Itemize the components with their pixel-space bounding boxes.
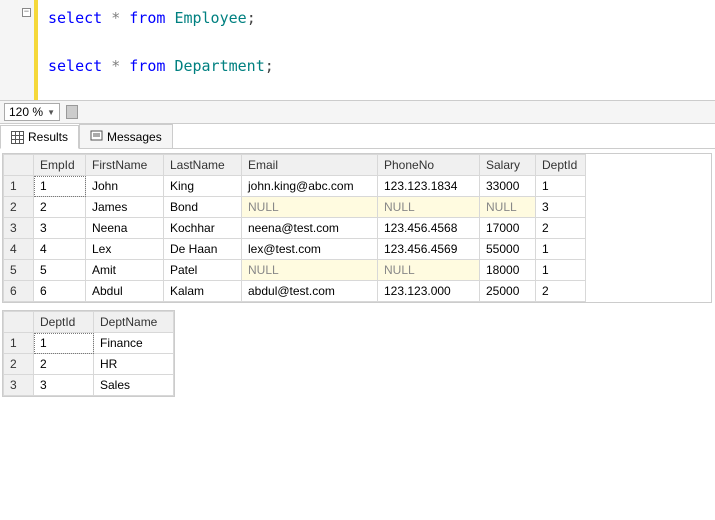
table-row[interactable]: 22HR <box>4 354 174 375</box>
cell[interactable]: 123.123.000 <box>378 281 480 302</box>
row-number[interactable]: 1 <box>4 333 34 354</box>
cell[interactable]: Sales <box>94 375 174 396</box>
cell[interactable]: 1 <box>536 260 586 281</box>
column-header[interactable]: DeptName <box>94 312 174 333</box>
cell[interactable]: HR <box>94 354 174 375</box>
code-lines[interactable]: select * from Employee; select * from De… <box>38 0 274 100</box>
table-row[interactable]: 11JohnKingjohn.king@abc.com123.123.18343… <box>4 176 586 197</box>
table-row[interactable]: 33NeenaKochharneena@test.com123.456.4568… <box>4 218 586 239</box>
cell[interactable]: 1 <box>536 176 586 197</box>
row-number[interactable]: 3 <box>4 375 34 396</box>
cell[interactable]: 1 <box>536 239 586 260</box>
tab-messages-label: Messages <box>107 130 162 144</box>
cell[interactable]: 2 <box>34 197 86 218</box>
table-row[interactable]: 33Sales <box>4 375 174 396</box>
cell[interactable]: James <box>86 197 164 218</box>
cell[interactable]: Lex <box>86 239 164 260</box>
cell[interactable]: Patel <box>164 260 242 281</box>
row-number[interactable]: 4 <box>4 239 34 260</box>
table-row[interactable]: 44LexDe Haanlex@test.com123.456.45695500… <box>4 239 586 260</box>
grid-icon <box>11 131 24 144</box>
cell[interactable]: lex@test.com <box>242 239 378 260</box>
cell[interactable]: 3 <box>34 218 86 239</box>
cell[interactable]: 18000 <box>480 260 536 281</box>
cell[interactable]: NULL <box>378 260 480 281</box>
row-header-blank <box>4 312 34 333</box>
cell[interactable]: neena@test.com <box>242 218 378 239</box>
row-number[interactable]: 1 <box>4 176 34 197</box>
cell[interactable]: 2 <box>34 354 94 375</box>
dropdown-arrow-icon: ▼ <box>47 108 55 117</box>
cell[interactable]: De Haan <box>164 239 242 260</box>
tab-messages[interactable]: Messages <box>79 124 173 148</box>
column-header[interactable]: LastName <box>164 155 242 176</box>
cell[interactable]: 4 <box>34 239 86 260</box>
results-tabs: Results Messages <box>0 124 715 149</box>
column-header[interactable]: Email <box>242 155 378 176</box>
cell[interactable]: john.king@abc.com <box>242 176 378 197</box>
row-number[interactable]: 2 <box>4 354 34 375</box>
editor-gutter: − <box>0 0 38 100</box>
zoom-dropdown[interactable]: 120 % ▼ <box>4 103 60 121</box>
row-number[interactable]: 6 <box>4 281 34 302</box>
zoom-toolbar: 120 % ▼ <box>0 100 715 124</box>
cell[interactable]: Kochhar <box>164 218 242 239</box>
cell[interactable]: 33000 <box>480 176 536 197</box>
cell[interactable]: John <box>86 176 164 197</box>
cell[interactable]: NULL <box>480 197 536 218</box>
zoom-value: 120 % <box>9 105 43 119</box>
cell[interactable]: 25000 <box>480 281 536 302</box>
cell[interactable]: NULL <box>378 197 480 218</box>
row-number[interactable]: 2 <box>4 197 34 218</box>
cell[interactable]: 5 <box>34 260 86 281</box>
sql-editor[interactable]: − select * from Employee; select * from … <box>0 0 715 100</box>
column-header[interactable]: DeptId <box>34 312 94 333</box>
column-header[interactable]: EmpId <box>34 155 86 176</box>
cell[interactable]: NULL <box>242 260 378 281</box>
result-grid-2[interactable]: DeptIdDeptName11Finance22HR33Sales <box>2 310 175 397</box>
table-row[interactable]: 22JamesBondNULLNULLNULL3 <box>4 197 586 218</box>
messages-icon <box>90 130 103 143</box>
cell[interactable]: 123.123.1834 <box>378 176 480 197</box>
cell[interactable]: 17000 <box>480 218 536 239</box>
cell[interactable]: abdul@test.com <box>242 281 378 302</box>
results-panel: EmpIdFirstNameLastNameEmailPhoneNoSalary… <box>0 149 715 404</box>
change-indicator-bar <box>34 0 38 100</box>
tab-results-label: Results <box>28 130 68 144</box>
row-number[interactable]: 3 <box>4 218 34 239</box>
cell[interactable]: Bond <box>164 197 242 218</box>
table-row[interactable]: 11Finance <box>4 333 174 354</box>
table-row[interactable]: 55AmitPatelNULLNULL180001 <box>4 260 586 281</box>
cell[interactable]: 3 <box>536 197 586 218</box>
column-header[interactable]: FirstName <box>86 155 164 176</box>
cell[interactable]: 123.456.4568 <box>378 218 480 239</box>
row-header-blank <box>4 155 34 176</box>
tab-results[interactable]: Results <box>0 125 79 149</box>
cell[interactable]: 6 <box>34 281 86 302</box>
cell[interactable]: Amit <box>86 260 164 281</box>
cell[interactable]: 2 <box>536 281 586 302</box>
horizontal-scroll-knob[interactable] <box>66 105 78 119</box>
cell[interactable]: 55000 <box>480 239 536 260</box>
cell[interactable]: Neena <box>86 218 164 239</box>
table-row[interactable]: 66AbdulKalamabdul@test.com123.123.000250… <box>4 281 586 302</box>
cell[interactable]: 3 <box>34 375 94 396</box>
cell[interactable]: Finance <box>94 333 174 354</box>
cell[interactable]: 1 <box>34 176 86 197</box>
fold-toggle-icon[interactable]: − <box>22 8 31 17</box>
column-header[interactable]: PhoneNo <box>378 155 480 176</box>
result-grid-1[interactable]: EmpIdFirstNameLastNameEmailPhoneNoSalary… <box>2 153 712 303</box>
cell[interactable]: NULL <box>242 197 378 218</box>
cell[interactable]: 1 <box>34 333 94 354</box>
column-header[interactable]: Salary <box>480 155 536 176</box>
cell[interactable]: Abdul <box>86 281 164 302</box>
row-number[interactable]: 5 <box>4 260 34 281</box>
cell[interactable]: 123.456.4569 <box>378 239 480 260</box>
cell[interactable]: King <box>164 176 242 197</box>
cell[interactable]: 2 <box>536 218 586 239</box>
column-header[interactable]: DeptId <box>536 155 586 176</box>
cell[interactable]: Kalam <box>164 281 242 302</box>
